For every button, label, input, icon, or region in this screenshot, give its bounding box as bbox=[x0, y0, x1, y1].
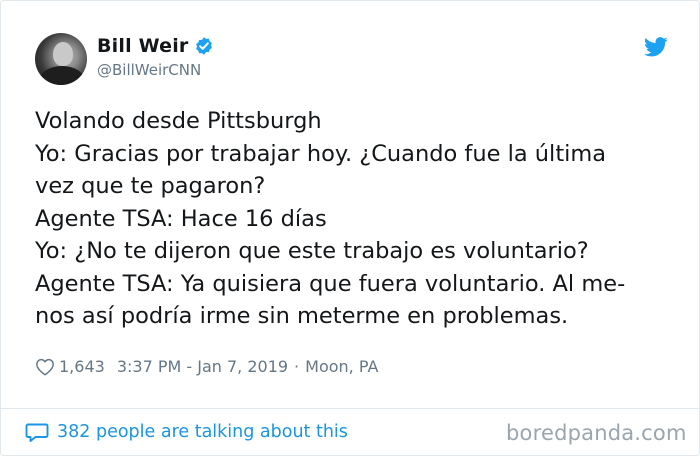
conversation-label[interactable]: 382 people are talking about this bbox=[57, 422, 348, 442]
tweet-timestamp[interactable]: 3:37 PM - Jan 7, 2019 bbox=[117, 357, 288, 376]
conversation-link[interactable]: 382 people are talking about this bbox=[25, 421, 348, 443]
card-divider bbox=[1, 408, 699, 409]
meta-separator: · bbox=[294, 357, 300, 376]
tweet-line: Agente TSA: Hace 16 días bbox=[35, 205, 327, 232]
tweet-line: nos así podría irme sin meterme en probl… bbox=[35, 303, 569, 329]
speech-bubble-icon bbox=[25, 423, 49, 442]
tweet-line: Agente TSA: Ya quisiera que fuera volunt… bbox=[35, 270, 626, 297]
like-count[interactable]: 1,643 bbox=[59, 357, 105, 376]
avatar[interactable] bbox=[35, 33, 87, 85]
avatar-shoulders-shape bbox=[39, 66, 85, 85]
tweet-line: Yo: ¿No te dijeron que este trabajo es v… bbox=[35, 238, 589, 264]
tweet-location[interactable]: Moon, PA bbox=[305, 357, 378, 376]
tweet-line: Volando desde Pittsburgh bbox=[35, 108, 322, 134]
tweet-body: Volando desde Pittsburgh Yo: Gracias por… bbox=[35, 105, 667, 333]
author-display-name[interactable]: Bill Weir bbox=[97, 35, 188, 57]
verified-badge-icon bbox=[196, 37, 213, 55]
heart-icon[interactable] bbox=[35, 358, 55, 376]
twitter-bird-icon[interactable] bbox=[644, 37, 668, 57]
author-name-row[interactable]: Bill Weir bbox=[97, 35, 214, 57]
tweet-meta: 1,643 3:37 PM - Jan 7, 2019 · Moon, PA bbox=[35, 357, 378, 376]
watermark: boredpanda.com bbox=[506, 421, 687, 445]
author-handle[interactable]: @BillWeirCNN bbox=[97, 61, 201, 79]
tweet-card: Bill Weir @BillWeirCNN Volando desde Pit… bbox=[0, 0, 700, 456]
tweet-line: vez que te pagaron? bbox=[35, 173, 266, 199]
tweet-line: Yo: Gracias por trabajar hoy. ¿Cuando fu… bbox=[35, 140, 607, 167]
avatar-head-shape bbox=[53, 42, 73, 66]
